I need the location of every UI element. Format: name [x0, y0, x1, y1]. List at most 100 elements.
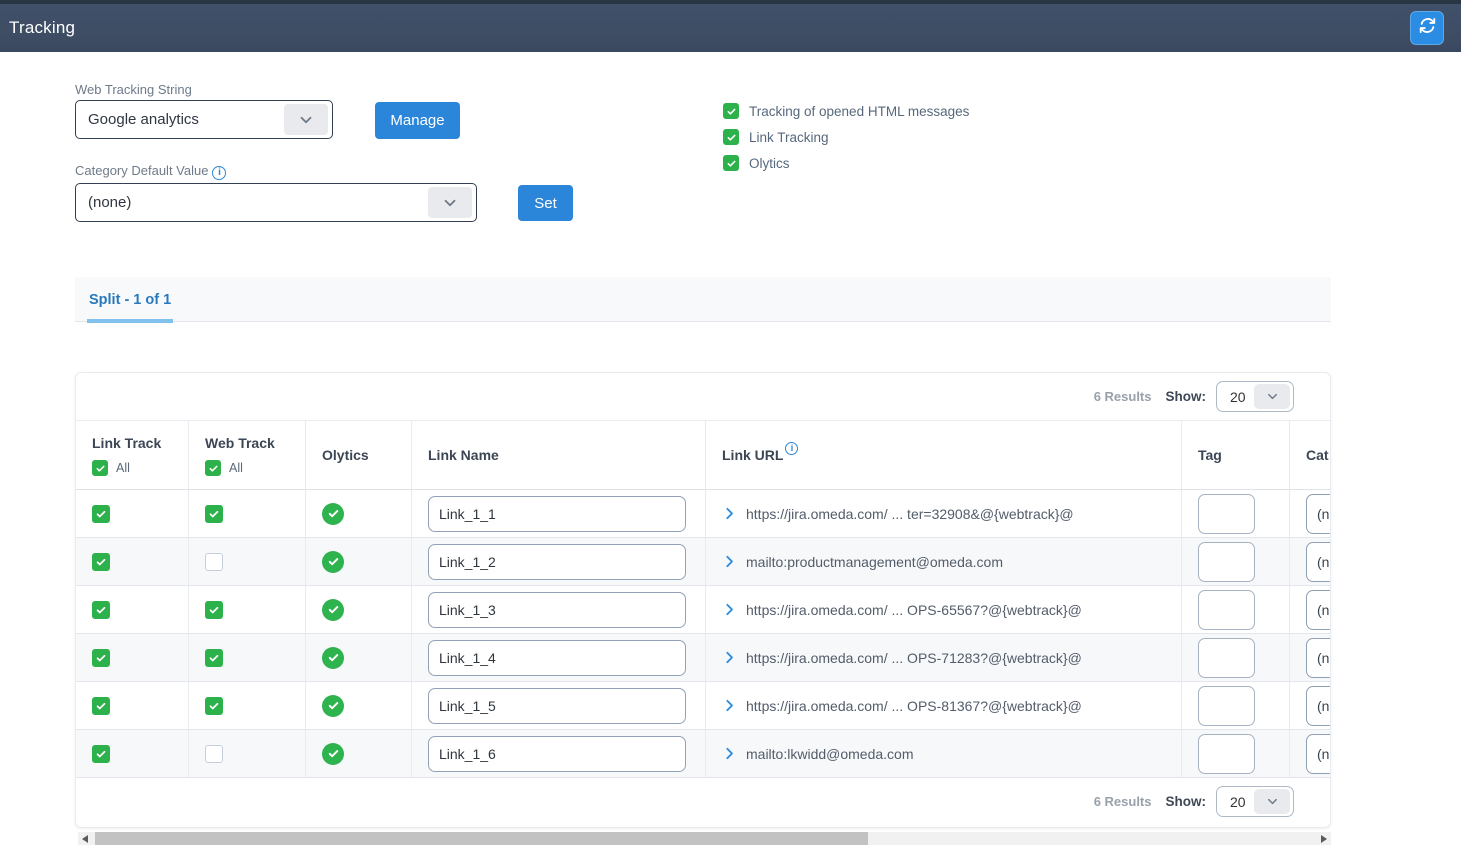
link-name-cell [412, 586, 706, 633]
chevron-right-icon[interactable] [722, 746, 737, 761]
category-cell: (none) [1290, 538, 1331, 585]
category-cell: (none) [1290, 634, 1331, 681]
column-title: Link Name [428, 447, 499, 463]
info-icon[interactable] [785, 442, 798, 455]
chevron-right-icon[interactable] [722, 506, 737, 521]
link-name-input[interactable] [428, 640, 686, 676]
tag-input[interactable] [1198, 734, 1255, 774]
olytics-cell [306, 730, 412, 777]
select-all-link-track-checkbox[interactable] [92, 460, 108, 476]
table-row: https://jira.omeda.com/ ... OPS-81367?@{… [76, 682, 1331, 730]
tag-cell [1182, 538, 1290, 585]
tag-input[interactable] [1198, 686, 1255, 726]
chevron-right-icon[interactable] [722, 554, 737, 569]
toggle-tracking-opened-html[interactable]: Tracking of opened HTML messages [723, 103, 969, 119]
tag-cell [1182, 586, 1290, 633]
toggle-label: Tracking of opened HTML messages [749, 104, 969, 119]
tag-input[interactable] [1198, 542, 1255, 582]
web-track-checkbox[interactable] [205, 553, 223, 571]
results-count: 6 Results [1094, 794, 1152, 809]
page-title: Tracking [9, 18, 75, 38]
select-all-label: All [116, 461, 130, 475]
results-bar-top: 6 Results Show: 20 [76, 373, 1330, 420]
link-name-input[interactable] [428, 688, 686, 724]
link-name-cell [412, 634, 706, 681]
link-track-checkbox[interactable] [92, 553, 110, 571]
link-track-checkbox[interactable] [92, 649, 110, 667]
page-size-value: 20 [1230, 794, 1254, 810]
link-url-text: https://jira.omeda.com/ ... OPS-81367?@{… [746, 698, 1082, 714]
chevron-down-icon [284, 104, 328, 135]
refresh-button[interactable] [1410, 11, 1444, 45]
web-track-checkbox[interactable] [205, 601, 223, 619]
manage-button[interactable]: Manage [375, 102, 460, 139]
scroll-right-arrow[interactable] [1317, 832, 1331, 845]
tag-cell [1182, 682, 1290, 729]
category-select[interactable]: (none) [1306, 734, 1331, 774]
link-url-text: mailto:productmanagement@omeda.com [746, 554, 1003, 570]
category-default-value-text: Category Default Value [75, 163, 208, 178]
page-size-value: 20 [1230, 389, 1254, 405]
olytics-cell [306, 682, 412, 729]
link-track-checkbox[interactable] [92, 505, 110, 523]
category-select[interactable]: (none) [1306, 494, 1331, 534]
page-size-select[interactable]: 20 [1216, 381, 1294, 412]
web-track-checkbox[interactable] [205, 505, 223, 523]
tag-cell [1182, 730, 1290, 777]
web-track-checkbox[interactable] [205, 697, 223, 715]
link-track-cell [76, 538, 189, 585]
checkbox-olytics[interactable] [723, 155, 739, 171]
results-bar-bottom: 6 Results Show: 20 [76, 778, 1330, 825]
info-icon[interactable] [212, 166, 226, 180]
olytics-cell [306, 586, 412, 633]
category-select[interactable]: (none) [1306, 590, 1331, 630]
link-track-checkbox[interactable] [92, 601, 110, 619]
table-row: https://jira.omeda.com/ ... OPS-65567?@{… [76, 586, 1331, 634]
table-row: mailto:lkwidd@omeda.com (none) [76, 730, 1331, 778]
scroll-left-arrow[interactable] [78, 832, 92, 845]
tag-input[interactable] [1198, 590, 1255, 630]
category-select[interactable]: (none) [1306, 638, 1331, 678]
top-header-bar: Tracking [0, 0, 1461, 52]
link-track-checkbox[interactable] [92, 697, 110, 715]
triangle-left-icon [82, 835, 88, 843]
web-track-checkbox[interactable] [205, 745, 223, 763]
tab-strip: Split - 1 of 1 [75, 277, 1331, 322]
web-track-cell [189, 682, 306, 729]
category-select[interactable]: (none) [1306, 686, 1331, 726]
tag-input[interactable] [1198, 494, 1255, 534]
chevron-right-icon[interactable] [722, 698, 737, 713]
chevron-right-icon[interactable] [722, 650, 737, 665]
show-label: Show: [1166, 389, 1207, 404]
checkbox-link-tracking[interactable] [723, 129, 739, 145]
category-default-value-select[interactable]: (none) [75, 183, 477, 222]
category-select[interactable]: (none) [1306, 542, 1331, 582]
toggle-link-tracking[interactable]: Link Tracking [723, 129, 829, 145]
chevron-right-icon[interactable] [722, 602, 737, 617]
link-name-input[interactable] [428, 496, 686, 532]
select-all-web-track-checkbox[interactable] [205, 460, 221, 476]
page-size-select[interactable]: 20 [1216, 786, 1294, 817]
chevron-down-icon [1254, 789, 1290, 814]
link-name-input[interactable] [428, 736, 686, 772]
web-tracking-string-select[interactable]: Google analytics [75, 100, 333, 139]
category-cell: (none) [1290, 730, 1331, 777]
checkbox-tracking-opened-html[interactable] [723, 103, 739, 119]
set-button[interactable]: Set [518, 185, 573, 221]
olytics-check-icon [322, 599, 344, 621]
web-track-checkbox[interactable] [205, 649, 223, 667]
link-track-checkbox[interactable] [92, 745, 110, 763]
horizontal-scrollbar[interactable] [78, 832, 1331, 845]
category-default-value: (none) [88, 194, 428, 211]
link-name-input[interactable] [428, 544, 686, 580]
column-header-link-name: Link Name [412, 421, 706, 489]
link-track-cell [76, 682, 189, 729]
column-header-olytics: Olytics [306, 421, 412, 489]
tab-split-1-of-1[interactable]: Split - 1 of 1 [87, 277, 173, 322]
toggle-olytics[interactable]: Olytics [723, 155, 790, 171]
olytics-check-icon [322, 695, 344, 717]
link-name-input[interactable] [428, 592, 686, 628]
scrollbar-thumb[interactable] [95, 832, 868, 845]
link-url-cell: https://jira.omeda.com/ ... OPS-81367?@{… [706, 682, 1182, 729]
tag-input[interactable] [1198, 638, 1255, 678]
